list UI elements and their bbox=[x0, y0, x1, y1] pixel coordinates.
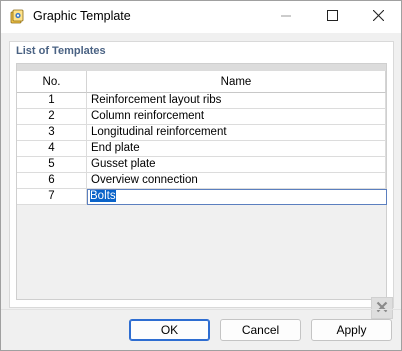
delete-x-icon bbox=[376, 301, 388, 316]
table-row[interactable]: 3 Longitudinal reinforcement bbox=[17, 125, 386, 141]
row-number[interactable]: 5 bbox=[17, 157, 87, 173]
column-header-no[interactable]: No. bbox=[17, 71, 87, 93]
row-number[interactable]: 7 bbox=[17, 189, 87, 205]
maximize-button[interactable] bbox=[309, 1, 355, 33]
table-row[interactable]: 2 Column reinforcement bbox=[17, 109, 386, 125]
table-row[interactable]: 4 End plate bbox=[17, 141, 386, 157]
row-name[interactable]: End plate bbox=[87, 141, 386, 157]
table-row-editing[interactable]: 7 Bolts bbox=[17, 189, 387, 205]
minimize-icon bbox=[281, 10, 291, 24]
row-name[interactable]: Reinforcement layout ribs bbox=[87, 93, 386, 109]
row-name[interactable]: Overview connection bbox=[87, 173, 386, 189]
row-number[interactable]: 3 bbox=[17, 125, 87, 141]
close-icon bbox=[372, 9, 384, 24]
row-number[interactable]: 6 bbox=[17, 173, 87, 189]
ok-button[interactable]: OK bbox=[129, 319, 210, 341]
footer-divider bbox=[1, 309, 401, 310]
row-number[interactable]: 2 bbox=[17, 109, 87, 125]
template-icon bbox=[9, 8, 25, 24]
table-top-strip bbox=[17, 64, 386, 71]
maximize-icon bbox=[326, 10, 338, 24]
row-number[interactable]: 4 bbox=[17, 141, 87, 157]
row-name[interactable]: Column reinforcement bbox=[87, 109, 386, 125]
apply-button[interactable]: Apply bbox=[311, 319, 392, 341]
delete-row-button[interactable] bbox=[371, 297, 393, 319]
title-bar[interactable]: Graphic Template bbox=[1, 1, 401, 33]
minimize-button[interactable] bbox=[263, 1, 309, 33]
templates-table: No. Name 1 Reinforcement layout ribs 2 C… bbox=[16, 63, 393, 319]
name-edit-field[interactable]: Bolts bbox=[87, 189, 387, 205]
column-header-name[interactable]: Name bbox=[87, 71, 386, 93]
section-label: List of Templates bbox=[16, 45, 106, 57]
selected-text[interactable]: Bolts bbox=[90, 190, 116, 202]
row-number[interactable]: 1 bbox=[17, 93, 87, 109]
close-button[interactable] bbox=[355, 1, 401, 33]
table-row[interactable]: 6 Overview connection bbox=[17, 173, 386, 189]
row-name[interactable]: Longitudinal reinforcement bbox=[87, 125, 386, 141]
templates-panel: List of Templates No. Name 1 Reinforceme… bbox=[9, 41, 394, 319]
dialog-window: Graphic Template List of Templates No. N… bbox=[0, 0, 402, 351]
table-row[interactable]: 5 Gusset plate bbox=[17, 157, 386, 173]
row-name[interactable]: Gusset plate bbox=[87, 157, 386, 173]
window-title: Graphic Template bbox=[33, 9, 131, 23]
cancel-button[interactable]: Cancel bbox=[220, 319, 301, 341]
table-row[interactable]: 1 Reinforcement layout ribs bbox=[17, 93, 386, 109]
